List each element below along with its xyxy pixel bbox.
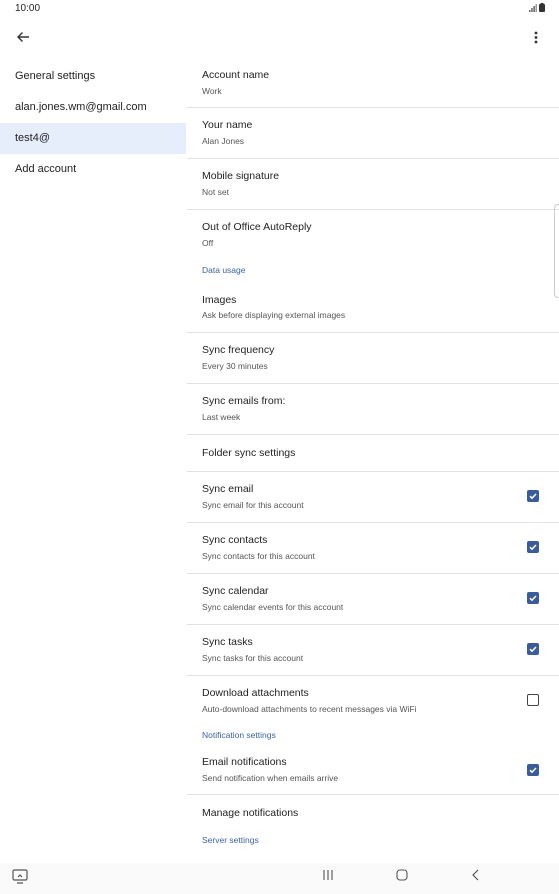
row-title: Sync contacts bbox=[202, 534, 268, 546]
download-attachments-row[interactable]: Download attachments Auto-download attac… bbox=[187, 676, 559, 726]
top-app-bar bbox=[0, 18, 559, 54]
more-vert-icon bbox=[534, 31, 538, 43]
row-value: Sync contacts for this account bbox=[202, 551, 315, 561]
row-value: Work bbox=[202, 86, 222, 96]
row-title: Account name bbox=[202, 69, 270, 81]
screenshot-icon bbox=[12, 869, 28, 884]
row-value: Auto-download attachments to recent mess… bbox=[202, 704, 417, 714]
row-title: Sync email bbox=[202, 483, 254, 495]
section-header-notification-settings: Notification settings bbox=[202, 730, 276, 740]
check-icon bbox=[529, 595, 537, 602]
sync-contacts-checkbox[interactable] bbox=[527, 541, 539, 553]
sidebar-item-add-account[interactable]: Add account bbox=[0, 154, 186, 185]
download-attachments-checkbox[interactable] bbox=[527, 694, 539, 706]
check-icon bbox=[529, 544, 537, 551]
row-title: Your name bbox=[202, 119, 253, 131]
row-value: Alan Jones bbox=[202, 136, 245, 146]
sync-contacts-row[interactable]: Sync contacts Sync contacts for this acc… bbox=[187, 523, 559, 574]
row-value: Sync calendar events for this account bbox=[202, 602, 344, 612]
sync-calendar-row[interactable]: Sync calendar Sync calendar events for t… bbox=[187, 574, 559, 625]
row-value: Sync tasks for this account bbox=[202, 653, 304, 663]
row-value: Sync email for this account bbox=[202, 500, 304, 510]
row-title: Sync calendar bbox=[202, 585, 269, 597]
check-icon bbox=[529, 493, 537, 500]
settings-list: Account name Work Your name Alan Jones M… bbox=[187, 58, 559, 849]
row-value: Ask before displaying external images bbox=[202, 310, 346, 320]
sync-emails-from-row[interactable]: Sync emails from: Last week bbox=[187, 384, 559, 435]
sidebar: General settings alan.jones.wm@gmail.com… bbox=[0, 61, 186, 185]
section-header-data-usage: Data usage bbox=[202, 265, 246, 275]
status-icons bbox=[529, 3, 545, 12]
check-icon bbox=[529, 646, 537, 653]
row-value: Last week bbox=[202, 412, 241, 422]
back-arrow-icon bbox=[17, 32, 29, 42]
row-title: Out of Office AutoReply bbox=[202, 221, 312, 233]
row-title: Mobile signature bbox=[202, 170, 280, 182]
row-title: Manage notifications bbox=[202, 807, 299, 819]
sidebar-item-general-settings[interactable]: General settings bbox=[0, 61, 186, 92]
mobile-signature-row[interactable]: Mobile signature Not set bbox=[187, 159, 559, 210]
row-title: Sync frequency bbox=[202, 344, 275, 356]
sync-email-row[interactable]: Sync email Sync email for this account bbox=[187, 472, 559, 523]
your-name-row[interactable]: Your name Alan Jones bbox=[187, 108, 559, 159]
recents-button[interactable] bbox=[322, 869, 334, 881]
more-options-button[interactable] bbox=[527, 26, 545, 48]
images-row[interactable]: Images Ask before displaying external im… bbox=[187, 280, 559, 333]
sync-email-checkbox[interactable] bbox=[527, 490, 539, 502]
row-value: Send notification when emails arrive bbox=[202, 773, 339, 783]
scroll-indicator[interactable] bbox=[554, 204, 559, 298]
back-button[interactable] bbox=[12, 26, 34, 48]
status-bar: 10:00 bbox=[0, 0, 559, 18]
row-title: Download attachments bbox=[202, 687, 309, 699]
signal-icon bbox=[529, 4, 537, 12]
section-header-server-settings: Server settings bbox=[202, 835, 259, 845]
sync-tasks-row[interactable]: Sync tasks Sync tasks for this account bbox=[187, 625, 559, 676]
system-nav-bar bbox=[0, 863, 559, 894]
battery-icon bbox=[539, 3, 545, 12]
sidebar-item-gmail-account[interactable]: alan.jones.wm@gmail.com bbox=[0, 92, 186, 123]
sync-tasks-checkbox[interactable] bbox=[527, 643, 539, 655]
sync-calendar-checkbox[interactable] bbox=[527, 592, 539, 604]
row-title: Sync tasks bbox=[202, 636, 253, 648]
home-button[interactable] bbox=[396, 869, 408, 881]
screenshot-button[interactable] bbox=[12, 869, 28, 884]
check-icon bbox=[529, 767, 537, 774]
row-value: Not set bbox=[202, 187, 229, 197]
row-value: Every 30 minutes bbox=[202, 361, 268, 371]
folder-sync-settings-row[interactable]: Folder sync settings bbox=[187, 435, 559, 472]
status-time: 10:00 bbox=[15, 3, 41, 14]
nav-back-icon bbox=[472, 869, 479, 881]
recents-icon bbox=[323, 870, 333, 880]
manage-notifications-row[interactable]: Manage notifications bbox=[187, 795, 559, 831]
row-title: Sync emails from: bbox=[202, 395, 286, 407]
row-title: Images bbox=[202, 294, 237, 306]
row-value: Off bbox=[202, 238, 214, 248]
row-title: Email notifications bbox=[202, 756, 287, 768]
email-notifications-checkbox[interactable] bbox=[527, 764, 539, 776]
row-title: Folder sync settings bbox=[202, 447, 296, 459]
email-notifications-row[interactable]: Email notifications Send notification wh… bbox=[187, 744, 559, 795]
sync-frequency-row[interactable]: Sync frequency Every 30 minutes bbox=[187, 333, 559, 384]
out-of-office-row[interactable]: Out of Office AutoReply Off bbox=[187, 210, 559, 260]
home-icon bbox=[396, 869, 408, 881]
nav-back-button[interactable] bbox=[471, 869, 481, 881]
account-name-row[interactable]: Account name Work bbox=[187, 58, 559, 108]
sidebar-item-test4[interactable]: test4@ bbox=[0, 123, 186, 154]
